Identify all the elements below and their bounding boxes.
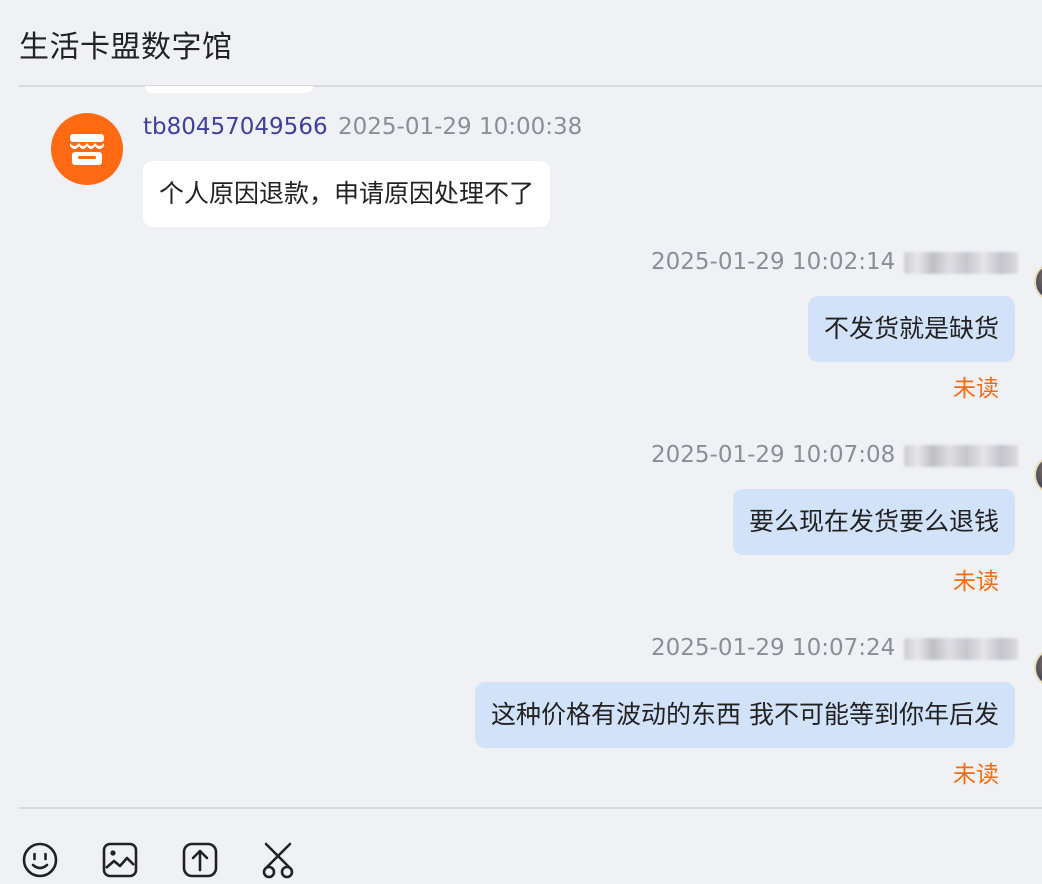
scissors-icon[interactable]: [260, 840, 300, 880]
user-avatar[interactable]: [1034, 262, 1042, 302]
message-timestamp: 2025-01-29 10:07:08: [651, 442, 896, 468]
outgoing-message-bubble[interactable]: 这种价格有波动的东西 我不可能等到你年后发: [475, 682, 1015, 748]
outgoing-message-bubble[interactable]: 不发货就是缺货: [807, 296, 1015, 362]
chat-title: 生活卡盟数字馆: [19, 30, 233, 65]
blurred-sender-name: [904, 445, 1018, 467]
unread-status: 未读: [953, 569, 999, 595]
blurred-sender-name: [904, 252, 1018, 274]
image-icon[interactable]: [100, 840, 140, 880]
message-timestamp: 2025-01-29 10:00:38: [338, 114, 583, 140]
emoji-icon[interactable]: [20, 840, 60, 880]
unread-status: 未读: [953, 376, 999, 402]
user-avatar[interactable]: [1034, 648, 1042, 688]
message-timestamp: 2025-01-29 10:07:24: [651, 635, 896, 661]
message-timestamp: 2025-01-29 10:02:14: [651, 249, 896, 275]
unread-status: 未读: [953, 762, 999, 788]
chat-header: 生活卡盟数字馆: [19, 0, 1042, 87]
blurred-sender-name: [904, 638, 1018, 660]
previous-message-bubble-edge: [145, 86, 313, 93]
user-avatar[interactable]: [1034, 455, 1042, 495]
input-divider: [19, 807, 1042, 809]
upload-icon[interactable]: [180, 840, 220, 880]
sender-name[interactable]: tb80457049566: [143, 113, 328, 141]
outgoing-message-bubble[interactable]: 要么现在发货要么退钱: [732, 489, 1015, 555]
store-icon: [70, 134, 104, 165]
incoming-message-bubble[interactable]: 个人原因退款，申请原因处理不了: [143, 161, 551, 227]
shop-avatar[interactable]: [51, 113, 123, 185]
